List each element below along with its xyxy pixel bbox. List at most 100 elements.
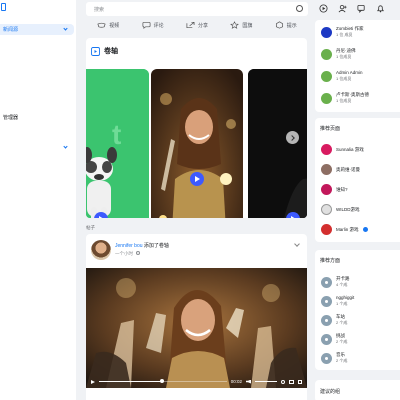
list-item[interactable]: Zombieti 作家 1 位 成员	[321, 26, 364, 38]
play-icon[interactable]	[91, 379, 95, 384]
post-author-line: Jennifer bou 添加了卷轴	[115, 242, 169, 249]
volume-icon[interactable]	[246, 379, 251, 384]
svg-text:t: t	[112, 119, 121, 150]
avatar	[321, 70, 332, 82]
settings-icon[interactable]	[281, 379, 285, 384]
chevron-down-icon	[63, 144, 68, 149]
video-button[interactable]: 视频	[97, 21, 119, 29]
share-button[interactable]: 分享	[186, 21, 208, 29]
chevron-down-icon[interactable]	[294, 241, 300, 247]
list-item-name: Marlin 游戏	[336, 226, 359, 232]
sidebar-item-manager[interactable]: 管理器	[0, 112, 74, 123]
list-item-text: 车站 2 个成	[336, 314, 347, 326]
list-item[interactable]: 挑战 2 个成	[321, 333, 347, 345]
list-item[interactable]: Sunnalia 游戏	[321, 144, 364, 155]
avatar	[321, 184, 332, 195]
comment-button[interactable]: 评论	[142, 21, 164, 29]
flag-label: 国旗	[242, 22, 253, 29]
list-item[interactable]: 音乐 2 个成	[321, 352, 347, 364]
recommended-pages-card: 推荐页面 Sunnalia 游戏 奥莉维·诺曼 谁知? WILDD游戏 Marl…	[315, 118, 400, 242]
composer-actions: 视频 评论 分享 国旗 提示	[86, 18, 308, 32]
recommended-groups-card: 推荐方面 开卡路 4 个成 ngghiggit 1 个成 车站 2 个成 挑战 …	[315, 250, 400, 370]
fullscreen-icon[interactable]	[298, 379, 302, 384]
list-item-text: Admin Admin 1 位成员	[336, 70, 363, 82]
list-item-name: ngghiggit	[336, 295, 355, 300]
comment-icon	[142, 21, 151, 29]
post-video[interactable]	[86, 268, 307, 388]
video-icon	[97, 22, 106, 28]
video-time: 00:02	[230, 379, 242, 384]
left-sidebar: 新闻源 管理器	[0, 0, 76, 400]
list-item-name: 车站	[336, 314, 345, 319]
search-input[interactable]: 搜索	[86, 2, 308, 16]
avatar	[321, 48, 332, 60]
hint-icon	[275, 21, 283, 29]
list-item[interactable]: 卢卡斯·奥斯古德 1 位成员	[321, 92, 369, 104]
feed-label: 帖子	[86, 225, 95, 230]
list-item[interactable]: ngghiggit 1 个成	[321, 295, 354, 307]
list-item-text: 卢卡斯·奥斯古德 1 位成员	[336, 92, 369, 104]
top-icons	[319, 4, 399, 14]
group-avatar	[321, 314, 332, 326]
pip-icon[interactable]	[289, 379, 294, 384]
list-item[interactable]: 丹尼·迪佛 1 位成员	[321, 48, 356, 60]
comment-label: 评论	[153, 22, 164, 29]
sidebar-item-news-feed[interactable]: 新闻源	[0, 24, 74, 35]
messages-icon[interactable]	[357, 4, 366, 13]
feed-post: Jennifer bou 添加了卷轴 一个小时 00:02	[86, 234, 307, 400]
hint-button[interactable]: 提示	[275, 21, 297, 29]
volume-slider[interactable]	[255, 380, 277, 383]
list-item[interactable]: Marlin 游戏	[321, 224, 368, 235]
list-item-sub: 1 位成员	[336, 54, 352, 59]
flag-icon	[230, 21, 240, 29]
video-progress-bar[interactable]	[99, 379, 227, 384]
list-item-name: WILDD游戏	[336, 206, 360, 212]
list-item-name: 谁知?	[336, 186, 348, 192]
video-progress-thumb[interactable]	[160, 379, 165, 384]
list-item-text: 丹尼·迪佛 1 位成员	[336, 48, 356, 60]
list-item[interactable]: WILDD游戏	[321, 204, 360, 215]
list-item-name: 丹尼·迪佛	[336, 48, 356, 53]
list-item[interactable]: 开卡路 4 个成	[321, 276, 350, 288]
avatar[interactable]	[91, 240, 111, 260]
list-item-name: 奥莉维·诺曼	[336, 166, 360, 172]
search-icon[interactable]	[296, 5, 303, 12]
list-item-text: 挑战 2 个成	[336, 333, 347, 345]
next-arrow-button[interactable]	[286, 131, 299, 144]
reels-card: 卷轴 t	[86, 38, 307, 218]
list-item[interactable]: 奥莉维·诺曼	[321, 164, 360, 175]
list-item[interactable]: 车站 2 个成	[321, 314, 347, 326]
group-avatar	[321, 295, 332, 307]
sidebar-item-label: 管理器	[3, 115, 19, 121]
list-item-sub: 1 位成员	[336, 76, 352, 81]
user-add-icon[interactable]	[338, 4, 347, 13]
right-sidebar: Zombieti 作家 1 位 成员 丹尼·迪佛 1 位成员 Admin Adm…	[313, 0, 400, 400]
list-item[interactable]: Admin Admin 1 位成员	[321, 70, 363, 82]
share-icon	[186, 21, 195, 29]
sidebar-item-collapsible[interactable]	[0, 142, 74, 153]
card-title: 推荐页面	[320, 126, 341, 132]
reel-thumbnail	[248, 69, 307, 218]
play-circle-icon[interactable]	[319, 4, 328, 13]
flag-button[interactable]: 国旗	[230, 21, 252, 29]
post-action: 添加了卷轴	[143, 243, 169, 249]
list-item-name: Sunnalia 游戏	[336, 146, 364, 152]
list-item-sub: 2 个成	[336, 358, 348, 363]
reel-item[interactable]: 450	[248, 69, 307, 218]
group-avatar	[321, 352, 332, 364]
notifications-icon[interactable]	[376, 4, 385, 13]
list-item-sub: 1 位 成员	[336, 32, 353, 37]
card-title: 推荐方面	[320, 258, 341, 264]
play-button[interactable]	[190, 172, 204, 186]
reel-item[interactable]: t	[86, 69, 149, 218]
list-item-name: 卢卡斯·奥斯古德	[336, 92, 369, 97]
reel-thumbnail	[151, 69, 243, 218]
video-progress-fill	[99, 380, 161, 383]
avatar	[321, 144, 332, 155]
verified-icon	[362, 227, 368, 232]
app-logo[interactable]	[1, 3, 9, 14]
list-item[interactable]: 谁知?	[321, 184, 348, 195]
avatar	[321, 224, 332, 235]
post-author[interactable]: Jennifer bou	[115, 243, 143, 249]
reel-item[interactable]: 527	[151, 69, 243, 218]
